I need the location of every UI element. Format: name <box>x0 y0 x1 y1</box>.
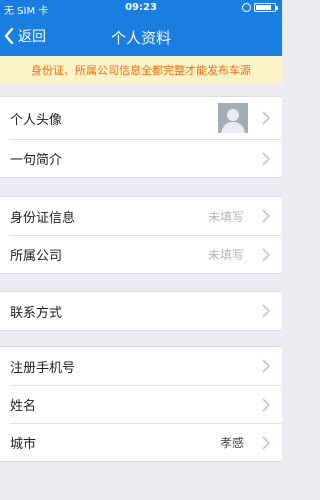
id-info-row[interactable]: 身份证信息 未填写 <box>0 197 282 235</box>
phone-label: 注册手机号 <box>10 360 76 376</box>
chevron-right-icon <box>262 152 270 166</box>
orientation-lock-icon <box>242 3 251 12</box>
status-bar: 无 SIM 卡 09:23 <box>0 0 282 17</box>
company-row[interactable]: 所属公司 未填写 <box>10 235 282 273</box>
battery-icon <box>254 3 278 12</box>
contact-label: 联系方式 <box>10 305 63 321</box>
header-bar: 无 SIM 卡 09:23 返回 个人资料 <box>0 0 282 56</box>
chevron-right-icon <box>262 359 270 373</box>
identity-group: 身份证信息 未填写 所属公司 未填写 <box>0 196 282 274</box>
contact-group: 联系方式 <box>0 291 282 331</box>
id-info-value: 未填写 <box>207 209 244 224</box>
avatar-row[interactable]: 个人头像 <box>0 97 282 139</box>
chevron-right-icon <box>262 111 270 125</box>
avatar-label: 个人头像 <box>10 112 63 128</box>
clock: 09:23 <box>125 2 157 13</box>
phone-row[interactable]: 注册手机号 <box>0 347 282 385</box>
chevron-right-icon <box>262 209 270 223</box>
page-title: 个人资料 <box>110 29 171 47</box>
name-row[interactable]: 姓名 <box>10 385 282 423</box>
chevron-right-icon <box>262 398 270 412</box>
company-value: 未填写 <box>207 248 244 262</box>
company-label: 所属公司 <box>10 249 63 264</box>
chevron-right-icon <box>262 304 270 318</box>
name-label: 姓名 <box>10 399 37 414</box>
chevron-right-icon <box>262 248 270 262</box>
notice-banner: 身份证、所属公司信息全都完整才能发布车源 <box>0 56 282 84</box>
account-group: 注册手机号 姓名 城市 孝感 <box>0 346 282 462</box>
nav-bar: 返回 个人资料 <box>0 20 282 52</box>
chevron-right-icon <box>262 436 270 450</box>
contact-row[interactable]: 联系方式 <box>0 292 282 330</box>
default-avatar-icon <box>218 103 248 133</box>
city-value: 孝感 <box>219 436 244 450</box>
profile-group: 个人头像 一句简介 <box>0 96 282 178</box>
avatar <box>218 103 248 133</box>
city-label: 城市 <box>10 437 37 452</box>
id-info-label: 身份证信息 <box>10 210 76 226</box>
intro-label: 一句简介 <box>10 153 63 168</box>
city-row[interactable]: 城市 孝感 <box>10 423 282 461</box>
status-icons <box>242 3 278 12</box>
intro-row[interactable]: 一句简介 <box>10 139 282 177</box>
